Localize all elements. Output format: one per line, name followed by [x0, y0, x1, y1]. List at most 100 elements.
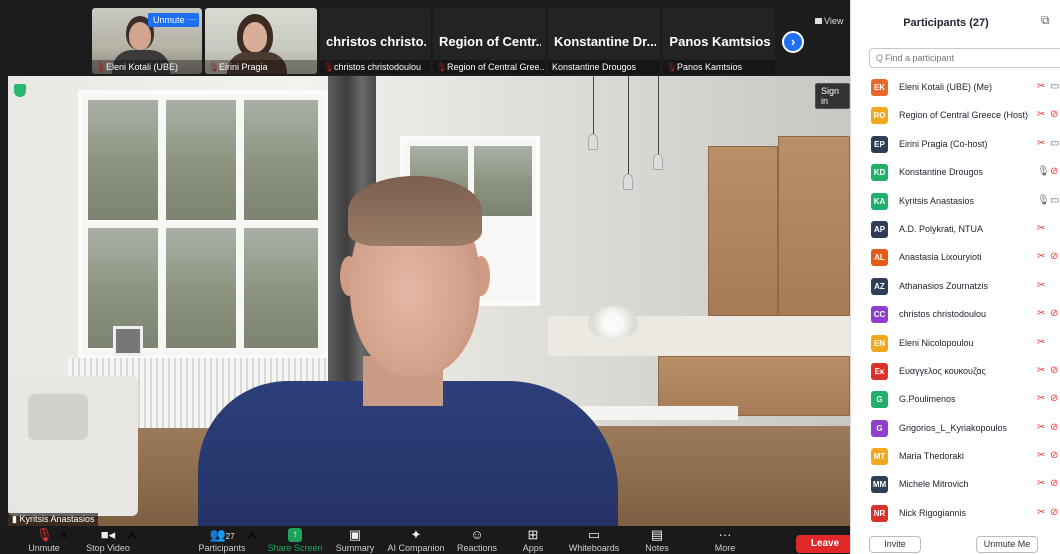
tile-more-button[interactable]: ···	[185, 13, 199, 27]
participant-name: G.Poulimenos	[899, 394, 956, 405]
reactions-icon: ☺	[470, 527, 484, 542]
meeting-toolbar: 🎙 Unmute ^ ■◂ Stop Video ^ 👥27 Participa…	[0, 526, 850, 554]
mic-muted-icon[interactable]: ✂	[1037, 109, 1045, 121]
video-icon[interactable]: ▭	[1050, 195, 1059, 207]
next-page-button[interactable]: ›	[782, 31, 804, 53]
apps-button[interactable]: ⊞ Apps	[516, 528, 550, 554]
participant-search-input[interactable]: Q Find a participant	[869, 48, 1060, 68]
share-screen-label: Share Screen	[267, 543, 323, 553]
video-off-icon[interactable]: ⊘	[1050, 393, 1058, 405]
popout-icon[interactable]: ⧉	[1041, 13, 1050, 28]
participant-row[interactable]: RO Region of Central Greece (Host) ✂ ⊘	[851, 102, 1060, 130]
participant-row[interactable]: AP A.D. Polykrati, NTUA ✂	[851, 216, 1060, 244]
participants-label: Participants	[198, 543, 246, 553]
notes-icon: ▤	[650, 527, 664, 542]
video-off-icon[interactable]: ⊘	[1050, 166, 1058, 178]
video-off-icon[interactable]: ⊘	[1050, 422, 1058, 434]
mic-icon[interactable]: 🎙	[1037, 166, 1050, 178]
participant-name: Athanasios Zournatzis	[899, 280, 989, 291]
participants-count: 27	[225, 532, 235, 541]
chevron-up-icon[interactable]: ^	[248, 530, 256, 554]
invite-button[interactable]: Invite	[869, 536, 921, 553]
summary-label: Summary	[335, 543, 375, 553]
mic-muted-icon[interactable]: ✂	[1037, 251, 1045, 263]
video-off-icon[interactable]: ⊘	[1050, 251, 1058, 263]
video-off-icon[interactable]: ⊘	[1050, 109, 1058, 121]
gallery-tile[interactable]: Region of Centr... 🎙 Region of Central G…	[433, 8, 545, 74]
notes-button[interactable]: ▤ Notes	[640, 528, 674, 554]
sign-in-button[interactable]: Sign in	[815, 83, 850, 109]
mic-muted-icon[interactable]: ✂	[1037, 365, 1045, 377]
participant-row[interactable]: NR Nick Rigogiannis ✂ ⊘	[851, 500, 1060, 528]
gallery-tile[interactable]: 🎙 Eirini Pragia	[205, 8, 317, 74]
active-speaker-video	[8, 76, 850, 526]
tile-name: Konstantine Drougos	[548, 60, 660, 74]
video-off-icon[interactable]: ⊘	[1050, 365, 1058, 377]
mic-muted-icon[interactable]: ✂	[1037, 308, 1045, 320]
avatar: G	[871, 391, 888, 409]
avatar: CC	[871, 306, 888, 324]
mic-muted-icon[interactable]: ✂	[1037, 138, 1045, 150]
mic-muted-icon[interactable]: ✂	[1037, 280, 1045, 292]
participant-row[interactable]: EP Eirini Pragia (Co-host) ✂ ▭	[851, 131, 1060, 159]
mic-muted-icon[interactable]: ✂	[1037, 507, 1045, 519]
participant-row[interactable]: MT Maria Thedoraki ✂ ⊘	[851, 443, 1060, 471]
mic-muted-icon[interactable]: ✂	[1037, 478, 1045, 490]
participant-row[interactable]: AZ Athanasios Zournatzis ✂	[851, 273, 1060, 301]
share-screen-icon: ↑	[288, 528, 302, 542]
speaker-name-label: ▮ Kyritsis Anastasios	[8, 513, 99, 526]
participant-row[interactable]: G Grigorios_L_Kyriakopoulos ✂ ⊘	[851, 415, 1060, 443]
more-button[interactable]: ··· More	[708, 528, 742, 554]
participant-row[interactable]: KD Konstantine Drougos 🎙 ⊘	[851, 159, 1060, 187]
chevron-up-icon[interactable]: ^	[60, 530, 68, 554]
chevron-up-icon[interactable]: ^	[128, 530, 136, 554]
video-off-icon[interactable]: ⊘	[1050, 308, 1058, 320]
unmute-me-button[interactable]: Unmute Me	[976, 536, 1038, 553]
whiteboards-label: Whiteboards	[568, 543, 620, 553]
mic-muted-icon[interactable]: ✂	[1037, 393, 1045, 405]
unmute-chip-button[interactable]: Unmute	[148, 13, 190, 27]
participant-row[interactable]: CC christos christodoulou ✂ ⊘	[851, 301, 1060, 329]
view-button[interactable]: View	[815, 16, 843, 26]
video-camera-icon: ■◂	[100, 527, 116, 542]
video-icon[interactable]: ▭	[1050, 81, 1059, 93]
participants-button[interactable]: 👥27 Participants	[190, 528, 254, 554]
ai-companion-button[interactable]: ✦ AI Companion	[382, 528, 450, 554]
notes-label: Notes	[645, 543, 669, 553]
video-off-icon[interactable]: ⊘	[1050, 478, 1058, 490]
participant-row[interactable]: MM Michele Mitrovich ✂ ⊘	[851, 471, 1060, 499]
video-icon[interactable]: ▭	[1050, 138, 1059, 150]
tile-name: Eleni Kotali (UBE)	[92, 60, 202, 74]
whiteboards-button[interactable]: ▭ Whiteboards	[566, 528, 622, 554]
participant-row[interactable]: KA Kyritsis Anastasios 🎙 ▭	[851, 188, 1060, 216]
share-screen-button[interactable]: ↑ Share Screen	[266, 528, 324, 554]
speaker-person	[198, 176, 618, 526]
gallery-tile[interactable]: christos christo... 🎙 christos christodo…	[320, 8, 430, 74]
search-placeholder: Find a participant	[885, 53, 955, 63]
video-off-icon[interactable]: ⊘	[1050, 507, 1058, 519]
mic-muted-icon[interactable]: ✂	[1037, 223, 1045, 235]
leave-button[interactable]: Leave	[796, 535, 850, 553]
encryption-shield-icon	[14, 84, 26, 97]
mic-muted-icon[interactable]: ✂	[1037, 422, 1045, 434]
mic-muted-icon[interactable]: ✂	[1037, 337, 1045, 349]
participant-name: Nick Rigogiannis	[899, 507, 967, 518]
mic-muted-icon[interactable]: ✂	[1037, 81, 1045, 93]
summary-button[interactable]: ▣ Summary	[332, 528, 378, 554]
participant-row[interactable]: EK Eleni Kotali (UBE) (Me) ✂ ▭	[851, 74, 1060, 102]
mic-muted-icon[interactable]: ✂	[1037, 450, 1045, 462]
video-off-icon[interactable]: ⊘	[1050, 450, 1058, 462]
speaker-name: Kyritsis Anastasios	[19, 514, 95, 524]
gallery-tile[interactable]: Konstantine Dr... Konstantine Drougos	[548, 8, 660, 74]
mic-icon[interactable]: 🎙	[1037, 195, 1050, 207]
avatar: NR	[871, 504, 888, 522]
participant-row[interactable]: Εκ Ευαγγελος κουκουζας ✂ ⊘	[851, 358, 1060, 386]
reactions-button[interactable]: ☺ Reactions	[452, 528, 502, 554]
avatar: MT	[871, 448, 888, 466]
avatar: EK	[871, 79, 888, 96]
participant-row[interactable]: EN Eleni Nicolopoulou ✂	[851, 330, 1060, 358]
participant-row[interactable]: AL Anastasia Lixouryioti ✂ ⊘	[851, 244, 1060, 272]
participant-row[interactable]: G G.Poulimenos ✂ ⊘	[851, 386, 1060, 414]
avatar: RO	[871, 107, 888, 125]
gallery-tile[interactable]: Panos Kamtsios 🎙 Panos Kamtsios	[663, 8, 775, 74]
